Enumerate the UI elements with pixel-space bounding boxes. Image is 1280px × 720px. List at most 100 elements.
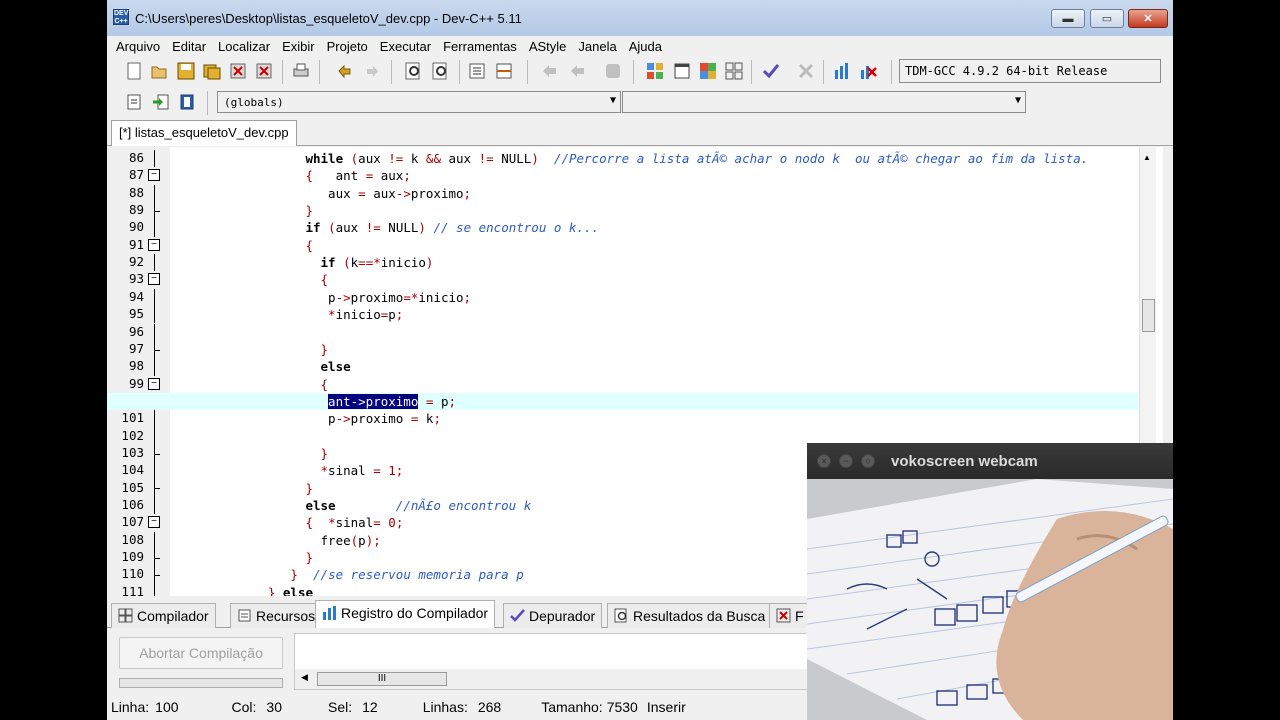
- syntax-check-icon[interactable]: [761, 61, 781, 81]
- code-line[interactable]: {: [107, 271, 1138, 288]
- tab-depurador[interactable]: Depurador: [503, 603, 603, 628]
- arrow-left-icon[interactable]: [539, 61, 559, 81]
- code-line[interactable]: { ant = aux;: [107, 167, 1138, 184]
- code-line[interactable]: if (k==*inicio): [107, 254, 1138, 271]
- code-line[interactable]: }: [107, 341, 1138, 358]
- close-button[interactable]: ✕: [1128, 9, 1168, 28]
- menu-janela[interactable]: Janela: [572, 39, 622, 54]
- code-token: proximo: [350, 289, 404, 305]
- print-icon[interactable]: [291, 61, 311, 81]
- replace-icon[interactable]: [431, 61, 451, 81]
- code-token: // se encontrou o k...: [433, 220, 600, 236]
- save-icon[interactable]: [176, 61, 196, 81]
- rebuild-icon[interactable]: [724, 61, 744, 81]
- minimize-button[interactable]: ▬: [1051, 9, 1085, 28]
- bookmark-icon[interactable]: [603, 61, 623, 81]
- menu-localizar[interactable]: Localizar: [212, 39, 276, 54]
- menu-executar[interactable]: Executar: [374, 39, 437, 54]
- code-line[interactable]: while (aux != k && aux != NULL) //Percor…: [107, 150, 1138, 167]
- maximize-icon[interactable]: ○: [861, 454, 875, 468]
- new-file-icon[interactable]: [124, 61, 144, 81]
- scrollbar-thumb[interactable]: [1142, 299, 1155, 332]
- close-icon[interactable]: ×: [817, 454, 831, 468]
- code-line[interactable]: [107, 324, 1138, 341]
- code-token: //Percorre a lista atÃ© achar o nodo k o…: [553, 151, 1089, 166]
- code-token: =: [373, 515, 381, 531]
- compile-progress-bar: [119, 678, 283, 688]
- code-line[interactable]: ant->proximo = p;: [107, 392, 1138, 410]
- tab-recursos[interactable]: Recursos: [230, 603, 323, 628]
- code-token: (: [328, 220, 336, 236]
- toggle-bookmark-icon[interactable]: [177, 92, 197, 112]
- code-token: ;: [463, 289, 472, 305]
- insert-icon[interactable]: [124, 92, 144, 112]
- tab-registro-compilador[interactable]: Registro do Compilador: [315, 600, 496, 628]
- tab-listas-esqueleto[interactable]: [*] listas_esqueletoV_dev.cpp: [111, 120, 297, 146]
- menu-ferramentas[interactable]: Ferramentas: [437, 39, 523, 54]
- tab-fechar[interactable]: F: [769, 603, 811, 628]
- hscroll-thumb[interactable]: III: [317, 672, 447, 686]
- indent-icon[interactable]: [467, 61, 487, 81]
- arrow-left-2-icon[interactable]: [567, 61, 587, 81]
- code-line[interactable]: if (aux != NULL) // se encontrou o k...: [107, 219, 1138, 236]
- status-linhas-label: Linhas:: [422, 699, 468, 715]
- code-line[interactable]: p->proximo=*inicio;: [107, 289, 1138, 306]
- profile-chart-icon[interactable]: [832, 61, 852, 81]
- save-all-icon[interactable]: [202, 61, 222, 81]
- close-all-icon[interactable]: [254, 61, 274, 81]
- tab-resultados-busca[interactable]: Resultados da Busca: [607, 603, 773, 628]
- globals-select[interactable]: (globals) ▼: [217, 91, 621, 113]
- close-icon: [776, 608, 791, 626]
- stop-icon[interactable]: [796, 61, 816, 81]
- menu-exibir[interactable]: Exibir: [276, 39, 321, 54]
- code-token: k: [403, 151, 426, 166]
- maximize-button[interactable]: ▭: [1090, 9, 1124, 28]
- code-line[interactable]: *inicio=p;: [107, 306, 1138, 323]
- menu-ajuda[interactable]: Ajuda: [623, 39, 668, 54]
- code-line[interactable]: else: [107, 358, 1138, 375]
- code-token: =: [373, 463, 381, 479]
- code-token: 0: [388, 515, 396, 531]
- redo-icon[interactable]: [362, 61, 382, 81]
- compile-icon[interactable]: [645, 61, 665, 81]
- code-line[interactable]: {: [107, 237, 1138, 254]
- menu-astyle[interactable]: AStyle: [523, 39, 573, 54]
- status-linhas: 268: [477, 699, 502, 715]
- code-line[interactable]: }: [107, 202, 1138, 219]
- code-token: }: [305, 480, 313, 496]
- code-token: sinal: [335, 515, 374, 531]
- code-token: NULL: [380, 220, 419, 236]
- members-select[interactable]: ▼: [622, 91, 1026, 113]
- unindent-icon[interactable]: [494, 61, 514, 81]
- code-line[interactable]: aux = aux->proximo;: [107, 185, 1138, 202]
- resources-icon: [237, 608, 252, 626]
- goto-icon[interactable]: [151, 92, 171, 112]
- delete-profile-icon[interactable]: [858, 61, 878, 81]
- scroll-left-icon[interactable]: ◀: [301, 672, 308, 683]
- code-line[interactable]: p->proximo = k;: [107, 410, 1138, 427]
- compile-run-icon[interactable]: [698, 61, 718, 81]
- menu-projeto[interactable]: Projeto: [321, 39, 374, 54]
- code-token: free: [170, 532, 351, 548]
- menu-editar[interactable]: Editar: [166, 39, 212, 54]
- open-file-icon[interactable]: [149, 61, 169, 81]
- scroll-up-icon[interactable]: ▲: [1143, 153, 1151, 162]
- undo-icon[interactable]: [335, 61, 355, 81]
- tab-compilador[interactable]: Compilador: [111, 603, 216, 628]
- run-icon[interactable]: [672, 61, 692, 81]
- class-toolbar: (globals) ▼ ▼: [107, 87, 1173, 118]
- close-file-icon[interactable]: [228, 61, 248, 81]
- minimize-icon[interactable]: −: [839, 454, 853, 468]
- code-line[interactable]: {: [107, 376, 1138, 393]
- menu-arquivo[interactable]: Arquivo: [110, 39, 166, 54]
- abort-compilation-button[interactable]: Abortar Compilação: [119, 637, 283, 669]
- compiler-select[interactable]: TDM-GCC 4.9.2 64-bit Release: [899, 59, 1161, 83]
- find-icon[interactable]: [404, 61, 424, 81]
